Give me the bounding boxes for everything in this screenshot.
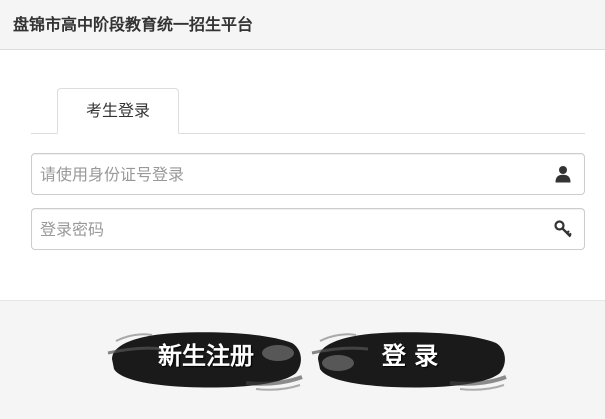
- login-label: 登 录: [381, 341, 439, 370]
- action-bar: 新生注册 登 录: [0, 300, 605, 419]
- id-number-field[interactable]: [31, 153, 585, 195]
- register-button[interactable]: 新生注册: [106, 323, 306, 395]
- register-label: 新生注册: [158, 341, 254, 370]
- user-icon: [555, 166, 571, 183]
- login-button[interactable]: 登 录: [310, 323, 510, 395]
- tab-student-login[interactable]: 考生登录: [57, 88, 179, 134]
- key-icon: [554, 220, 572, 238]
- id-number-input[interactable]: [32, 154, 542, 194]
- login-tabs: 考生登录: [31, 88, 585, 134]
- password-input[interactable]: [32, 209, 542, 249]
- page-title: 盘锦市高中阶段教育统一招生平台: [13, 15, 254, 34]
- page-header: 盘锦市高中阶段教育统一招生平台: [0, 0, 605, 50]
- password-field[interactable]: [31, 208, 585, 250]
